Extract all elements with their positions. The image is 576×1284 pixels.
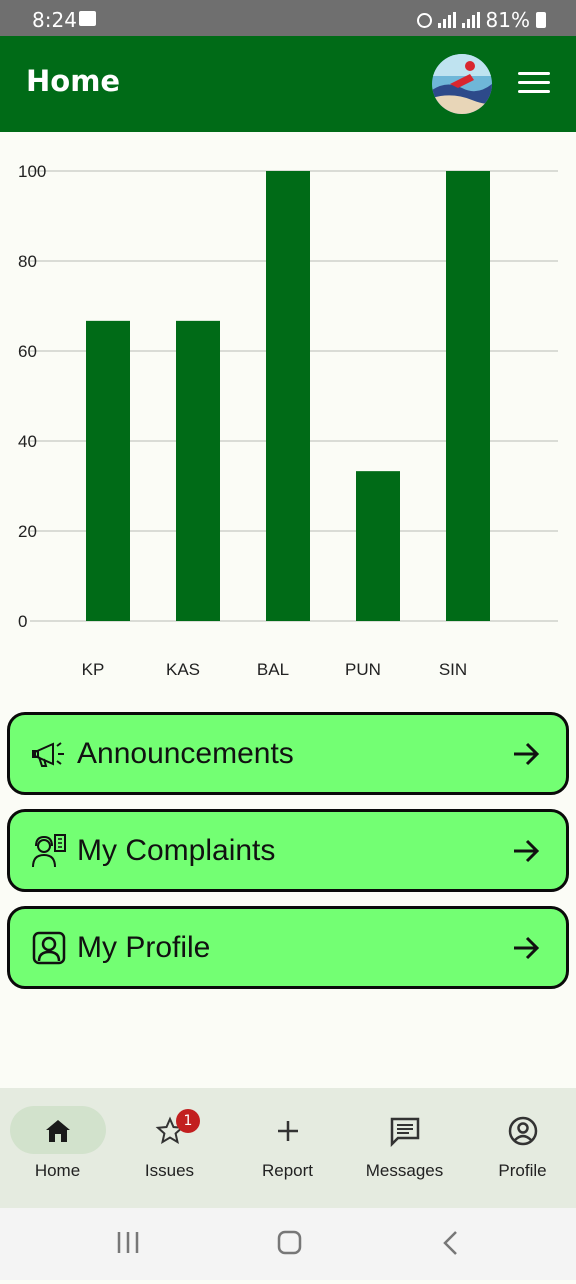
bottom-navigation: Home 1 Issues Report Messages Profile bbox=[0, 1088, 576, 1208]
gallery-icon bbox=[79, 11, 96, 26]
nav-profile-label: Profile bbox=[498, 1161, 547, 1180]
app-bar: Home bbox=[0, 36, 576, 132]
y-tick-label: 60 bbox=[18, 342, 37, 361]
nav-issues-label: Issues bbox=[144, 1161, 195, 1180]
support-agent-icon bbox=[32, 833, 66, 867]
nav-home-label: Home bbox=[34, 1161, 81, 1180]
signal-icon-2 bbox=[461, 12, 480, 28]
alarm-icon bbox=[416, 12, 432, 28]
account-circle-icon bbox=[508, 1116, 537, 1146]
bar-sin bbox=[446, 171, 490, 621]
y-tick-label: 100 bbox=[18, 162, 46, 181]
bar-pun bbox=[356, 471, 400, 621]
nav-home[interactable]: Home bbox=[0, 1088, 115, 1208]
announcements-label: Announcements bbox=[77, 736, 294, 770]
x-tick-label: PUN bbox=[345, 660, 381, 679]
battery-icon bbox=[536, 12, 546, 28]
my-complaints-card[interactable]: My Complaints bbox=[7, 809, 569, 892]
x-tick-label: BAL bbox=[257, 660, 289, 679]
y-tick-label: 40 bbox=[18, 432, 37, 451]
system-navigation-bar bbox=[0, 1208, 576, 1280]
y-tick-label: 0 bbox=[18, 612, 27, 631]
x-tick-label: KP bbox=[82, 660, 105, 679]
bar-kp bbox=[86, 320, 130, 621]
page-title: Home bbox=[26, 64, 121, 98]
home-icon bbox=[45, 1120, 70, 1142]
recent-apps-button[interactable] bbox=[117, 1232, 139, 1253]
announcements-card[interactable]: Announcements bbox=[7, 712, 569, 795]
nav-profile[interactable]: Profile bbox=[465, 1088, 576, 1208]
plus-icon bbox=[277, 1121, 298, 1141]
status-time: 8:24 bbox=[32, 8, 77, 32]
my-complaints-label: My Complaints bbox=[77, 833, 276, 867]
message-icon bbox=[390, 1117, 419, 1147]
megaphone-icon bbox=[32, 741, 64, 767]
profile-badge-icon bbox=[32, 931, 66, 964]
home-system-button[interactable] bbox=[277, 1230, 302, 1255]
status-bar: 8:24 81% bbox=[0, 0, 576, 36]
bar-chart: 0 20 40 60 80 100 KP KAS BAL PUN SIN bbox=[18, 162, 558, 679]
x-tick-label: KAS bbox=[166, 660, 200, 679]
bar-kas bbox=[176, 320, 220, 621]
arrow-right-icon bbox=[514, 936, 540, 960]
battery-percent: 81% bbox=[485, 8, 530, 32]
back-button[interactable] bbox=[443, 1231, 457, 1255]
avatar[interactable] bbox=[432, 54, 492, 114]
arrow-right-icon bbox=[514, 742, 540, 766]
nav-messages[interactable]: Messages bbox=[347, 1088, 462, 1208]
my-profile-label: My Profile bbox=[77, 930, 211, 964]
x-tick-label: SIN bbox=[439, 660, 467, 679]
menu-button[interactable] bbox=[518, 72, 550, 96]
y-tick-label: 80 bbox=[18, 252, 37, 271]
signal-icon bbox=[437, 12, 456, 28]
menu-icon bbox=[518, 72, 550, 75]
my-profile-card[interactable]: My Profile bbox=[7, 906, 569, 989]
bar-bal bbox=[266, 171, 310, 621]
y-tick-label: 20 bbox=[18, 522, 37, 541]
nav-report[interactable]: Report bbox=[230, 1088, 345, 1208]
nav-messages-label: Messages bbox=[365, 1161, 444, 1180]
arrow-right-icon bbox=[514, 839, 540, 863]
nav-report-label: Report bbox=[261, 1161, 314, 1180]
issues-badge: 1 bbox=[176, 1109, 200, 1133]
nav-issues[interactable]: 1 Issues bbox=[112, 1088, 227, 1208]
